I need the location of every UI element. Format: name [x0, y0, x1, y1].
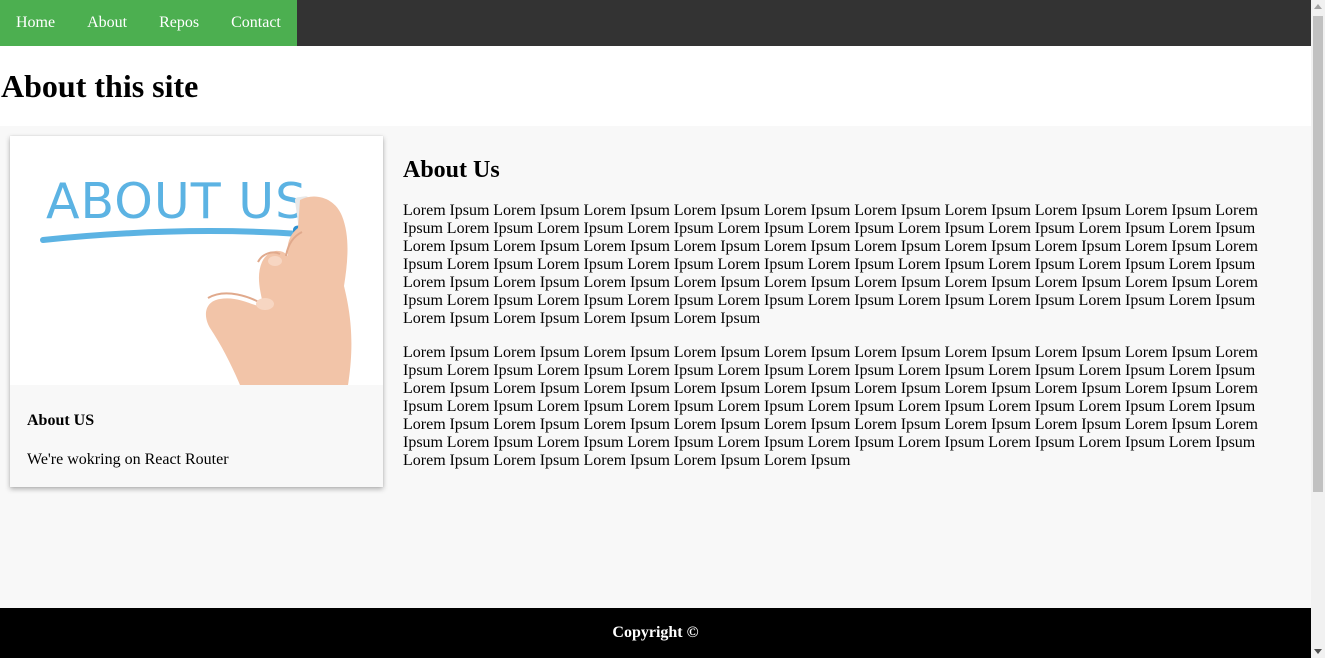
section-title: About Us: [403, 157, 500, 183]
copyright-text: Copyright ©: [612, 624, 699, 641]
page-title: About this site: [1, 68, 199, 104]
top-navbar: Home About Repos Contact: [0, 0, 1311, 46]
page: Home About Repos Contact About this site…: [0, 0, 1311, 658]
about-card: ABOUT US About US We're wokring on React…: [10, 136, 383, 487]
scrollbar-thumb[interactable]: [1313, 16, 1323, 492]
card-title: About US: [27, 412, 95, 429]
vertical-scrollbar[interactable]: [1311, 0, 1325, 658]
paragraph-2: Lorem Ipsum Lorem Ipsum Lorem Ipsum Lore…: [403, 344, 1258, 469]
scroll-down-icon[interactable]: [1314, 649, 1322, 654]
nav-link-contact[interactable]: Contact: [215, 0, 297, 46]
nav-link-home[interactable]: Home: [0, 0, 71, 46]
nav-link-about[interactable]: About: [71, 0, 143, 46]
about-us-image: ABOUT US: [10, 136, 383, 385]
nav-link-repos[interactable]: Repos: [143, 0, 215, 46]
nav-menu: Home About Repos Contact: [0, 0, 297, 46]
main-content: ABOUT US About US We're wokring on React…: [0, 126, 1311, 608]
paragraph-1: Lorem Ipsum Lorem Ipsum Lorem Ipsum Lore…: [403, 202, 1258, 327]
image-about-us-text: ABOUT US: [46, 173, 307, 230]
scroll-up-icon[interactable]: [1314, 4, 1322, 9]
card-text: We're wokring on React Router: [27, 451, 229, 468]
about-us-section: About Us Lorem Ipsum Lorem Ipsum Lorem I…: [403, 156, 1273, 470]
footer: Copyright ©: [0, 608, 1311, 658]
